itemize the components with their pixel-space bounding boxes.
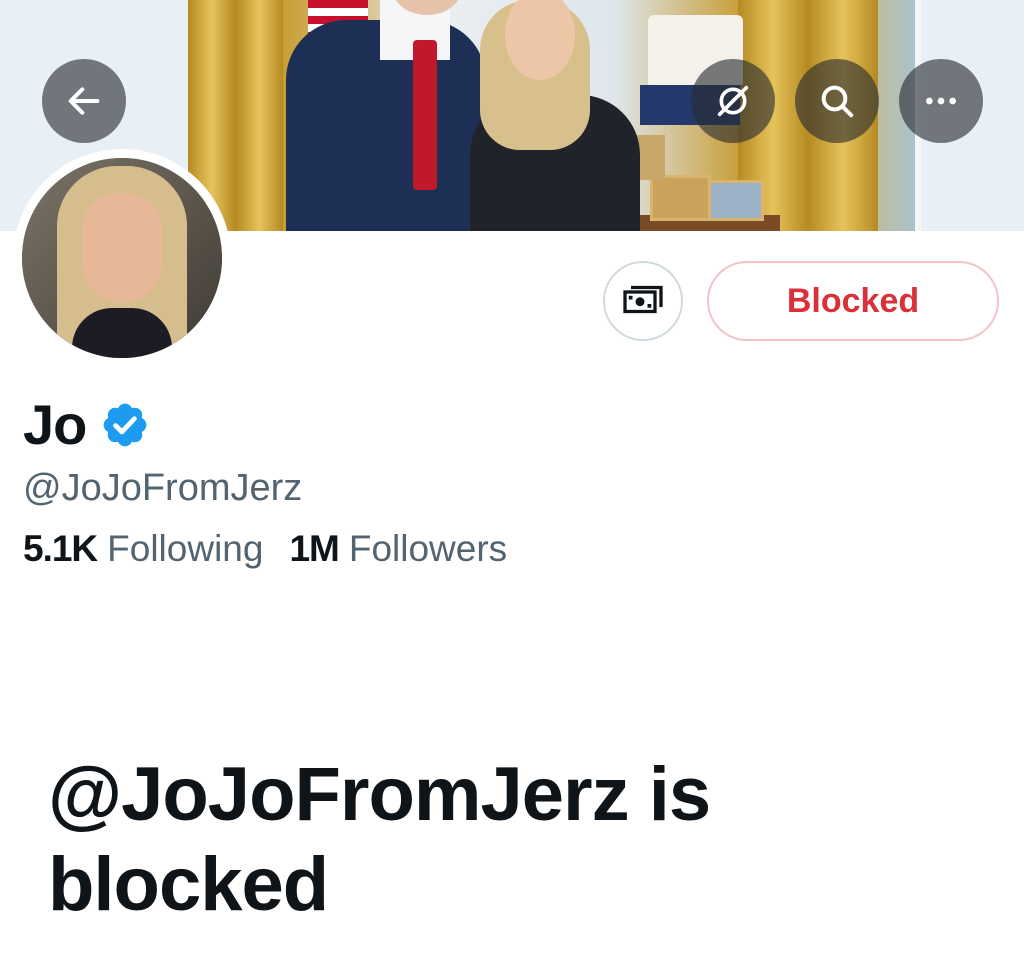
followers-label: Followers: [348, 528, 508, 569]
profile-handle: @JoJoFromJerz: [23, 467, 303, 509]
verified-badge-icon[interactable]: [100, 400, 150, 450]
search-icon: [821, 85, 854, 118]
profile-name-row: Jo: [23, 392, 150, 457]
followers-link[interactable]: 1M Followers: [289, 528, 507, 570]
grok-button[interactable]: [691, 59, 775, 143]
arrow-left-icon: [68, 87, 100, 115]
following-link[interactable]: 5.1K Following: [23, 528, 263, 570]
more-button[interactable]: [899, 59, 983, 143]
money-icon: [623, 285, 663, 314]
blocked-button-label: Blocked: [786, 281, 920, 320]
blocked-notice-title: @JoJoFromJerz is blocked: [48, 752, 711, 927]
following-label: Following: [107, 528, 264, 569]
blocked-button[interactable]: Blocked: [707, 261, 999, 341]
grok-icon: [717, 85, 749, 117]
followers-count: 1M: [289, 528, 339, 569]
avatar[interactable]: [22, 158, 222, 358]
display-name: Jo: [23, 393, 87, 456]
following-count: 5.1K: [23, 528, 98, 569]
more-horizontal-icon: [926, 97, 956, 105]
tip-button[interactable]: [603, 261, 683, 341]
back-button[interactable]: [42, 59, 126, 143]
search-button[interactable]: [795, 59, 879, 143]
profile-stats: 5.1K Following 1M Followers: [23, 528, 533, 570]
